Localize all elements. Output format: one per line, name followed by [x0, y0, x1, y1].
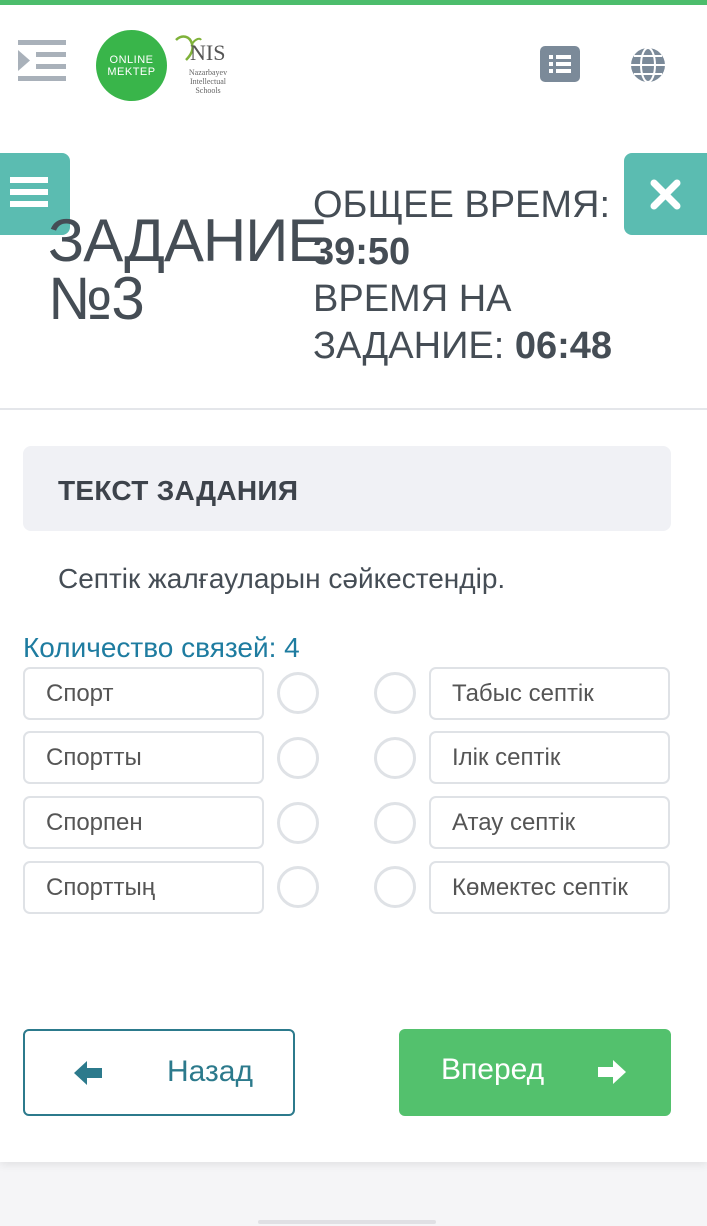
page: ONLINE MEKTEP NIS Nazarbayev Intellectua… — [0, 0, 707, 1162]
globe-icon[interactable] — [628, 45, 668, 85]
nis-subtitle: Nazarbayev Intellectual Schools — [188, 68, 228, 95]
left-connector-radio[interactable] — [277, 866, 319, 908]
right-connector-radio[interactable] — [374, 802, 416, 844]
close-button[interactable] — [624, 153, 707, 235]
total-time-value: 39:50 — [313, 231, 411, 273]
link-count: Количество связей: 4 — [23, 632, 300, 663]
indent-menu-icon[interactable] — [14, 34, 70, 86]
home-indicator — [258, 1220, 436, 1224]
task-title-number: №3 — [48, 265, 145, 332]
right-connector-radio[interactable] — [374, 737, 416, 779]
next-button-label: Вперед — [441, 1053, 545, 1086]
right-connector-radio[interactable] — [374, 672, 416, 714]
task-text-box: ТЕКСТ ЗАДАНИЯ — [23, 446, 671, 531]
arrow-right-icon — [598, 1060, 626, 1084]
left-item[interactable]: Спорт — [23, 667, 264, 720]
task-time-label-2: ЗАДАНИЕ: — [313, 325, 505, 367]
right-item[interactable]: Көмектес септік — [429, 861, 670, 914]
task-box-title: ТЕКСТ ЗАДАНИЯ — [58, 475, 299, 506]
task-title: ЗАДАНИЕ №3 — [48, 207, 327, 332]
list-icon[interactable] — [540, 46, 580, 82]
right-connector-radio[interactable] — [374, 866, 416, 908]
nis-logo: NIS Nazarbayev Intellectual Schools — [172, 32, 242, 102]
left-connector-radio[interactable] — [277, 802, 319, 844]
arrow-left-icon — [74, 1061, 102, 1085]
online-mektep-logo: ONLINE MEKTEP — [96, 30, 167, 101]
close-icon — [650, 179, 681, 210]
left-item[interactable]: Спортты — [23, 731, 264, 784]
right-item[interactable]: Ілік септік — [429, 731, 670, 784]
right-item[interactable]: Атау септік — [429, 796, 670, 849]
left-connector-radio[interactable] — [277, 672, 319, 714]
logo-text-online: ONLINE — [109, 53, 154, 66]
nis-wordmark: NIS — [190, 40, 226, 65]
left-connector-radio[interactable] — [277, 737, 319, 779]
total-time-label: ОБЩЕЕ ВРЕМЯ: — [313, 184, 611, 226]
task-title-word: ЗАДАНИЕ — [48, 207, 327, 274]
next-button[interactable]: Вперед — [399, 1029, 671, 1116]
right-item[interactable]: Табыс септік — [429, 667, 670, 720]
task-time-value: 06:48 — [514, 325, 613, 367]
header: ONLINE MEKTEP NIS Nazarbayev Intellectua… — [0, 5, 707, 123]
back-button[interactable]: Назад — [23, 1029, 295, 1116]
task-time-label: ВРЕМЯ НА — [313, 278, 512, 320]
logo-text-mektep: MEKTEP — [107, 65, 156, 78]
question-text: Септік жалғауларын сәйкестендір. — [58, 563, 506, 594]
left-item[interactable]: Спорпен — [23, 796, 264, 849]
back-button-label: Назад — [167, 1055, 253, 1088]
left-item[interactable]: Спорттың — [23, 861, 264, 914]
divider — [0, 408, 707, 410]
timer-block: ОБЩЕЕ ВРЕМЯ: 39:50 ВРЕМЯ НА ЗАДАНИЕ: 06:… — [313, 182, 612, 370]
